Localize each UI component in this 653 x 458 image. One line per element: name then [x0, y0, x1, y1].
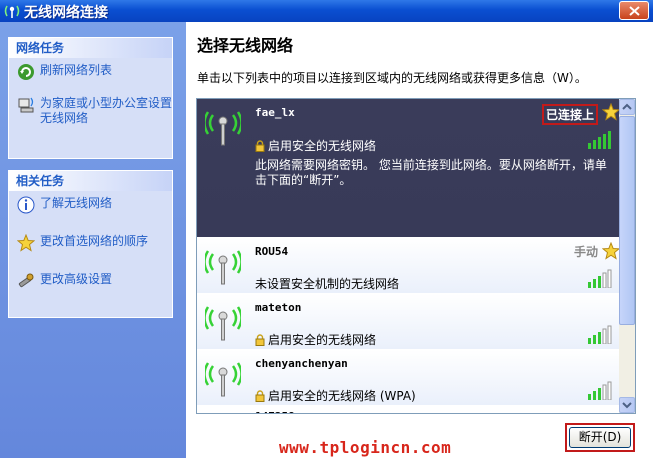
task-label: 刷新网络列表 — [40, 63, 113, 77]
network-ssid: 147258 — [255, 410, 295, 413]
network-item-147258[interactable]: 147258 — [197, 406, 624, 413]
lock-icon — [255, 390, 265, 402]
task-change-advanced-settings[interactable]: 更改高级设置 — [9, 271, 172, 309]
close-icon — [629, 6, 640, 16]
signal-strength-icon — [588, 381, 612, 400]
task-label: 更改首选网络的顺序 — [40, 234, 149, 248]
window-title: 无线网络连接 — [24, 5, 108, 21]
related-tasks-panel: 相关任务 了解无线网络 更改首选网络的顺序 更改高级设置 — [8, 170, 173, 318]
wireless-antenna-icon — [205, 306, 241, 341]
connected-status-label: 已连接上 — [541, 104, 598, 125]
refresh-icon — [18, 64, 34, 80]
network-tasks-panel: 网络任务 刷新网络列表 为家庭或小型办公室设置无线网络 — [8, 37, 173, 159]
wireless-network-icon — [4, 5, 20, 18]
scroll-up-button[interactable] — [619, 99, 635, 115]
network-item-mateton[interactable]: mateton 启用安全的无线网络 — [197, 294, 624, 349]
scrollbar-thumb[interactable] — [619, 116, 635, 325]
network-item-fae-lx[interactable]: fae_lx 已连接上 启用安全的无线网络 此网络需要网络密钥。 您当前连接到此… — [197, 99, 624, 237]
network-item-chenyanchenyan[interactable]: chenyanchenyan 启用安全的无线网络 (WPA) — [197, 350, 624, 405]
related-tasks-header: 相关任务 — [9, 171, 172, 191]
network-ssid: chenyanchenyan — [255, 357, 348, 370]
info-icon — [17, 196, 35, 214]
watermark-text: www.tplogincn.com — [279, 438, 452, 457]
task-refresh-network-list[interactable]: 刷新网络列表 — [9, 62, 172, 95]
network-ssid: fae_lx — [255, 106, 295, 119]
title-bar: 无线网络连接 — [0, 0, 653, 22]
page-title: 选择无线网络 — [197, 36, 294, 55]
task-sidebar: 网络任务 刷新网络列表 为家庭或小型办公室设置无线网络 相关任务 了解无线网络 … — [0, 22, 186, 458]
preferred-network-star-icon — [602, 103, 620, 121]
task-change-preferred-order[interactable]: 更改首选网络的顺序 — [9, 233, 172, 271]
lock-icon — [255, 334, 265, 346]
network-security: 启用安全的无线网络 — [255, 331, 376, 348]
chevron-down-icon — [622, 402, 632, 409]
task-learn-wireless[interactable]: 了解无线网络 — [9, 195, 172, 233]
network-ssid: mateton — [255, 301, 302, 314]
network-security: 启用安全的无线网络 (WPA) — [255, 387, 416, 404]
task-label: 了解无线网络 — [40, 196, 113, 210]
task-label: 更改高级设置 — [40, 272, 113, 286]
wireless-antenna-icon — [205, 362, 241, 397]
network-item-rou54[interactable]: ROU54 手动 未设置安全机制的无线网络 — [197, 238, 624, 293]
lock-icon — [255, 140, 265, 152]
signal-strength-icon — [588, 325, 612, 344]
network-list-scrollbar[interactable] — [619, 99, 635, 413]
star-icon — [17, 234, 35, 252]
settings-icon — [18, 273, 34, 288]
main-content: 选择无线网络 单击以下列表中的项目以连接到区域内的无线网络或获得更多信息（W）。… — [186, 22, 653, 458]
preferred-network-star-icon — [602, 242, 620, 260]
network-list: fae_lx 已连接上 启用安全的无线网络 此网络需要网络密钥。 您当前连接到此… — [196, 98, 636, 414]
network-security: 启用安全的无线网络 — [255, 137, 376, 154]
disconnect-button[interactable]: 断开(D) — [569, 427, 631, 448]
network-connection-info: 此网络需要网络密钥。 您当前连接到此网络。要从网络断开，请单击下面的“断开”。 — [255, 158, 607, 187]
close-button[interactable] — [619, 1, 649, 20]
setup-network-icon — [18, 97, 34, 113]
network-tasks-header: 网络任务 — [9, 38, 172, 58]
wireless-antenna-icon — [205, 111, 241, 146]
signal-strength-icon — [588, 269, 612, 288]
task-setup-home-network[interactable]: 为家庭或小型办公室设置无线网络 — [9, 95, 172, 141]
page-description: 单击以下列表中的项目以连接到区域内的无线网络或获得更多信息（W）。 — [197, 71, 587, 85]
network-security: 未设置安全机制的无线网络 — [255, 277, 400, 291]
scroll-down-button[interactable] — [619, 397, 635, 413]
task-label: 为家庭或小型办公室设置无线网络 — [40, 96, 173, 125]
signal-strength-icon — [588, 131, 611, 149]
network-ssid: ROU54 — [255, 245, 289, 258]
chevron-up-icon — [622, 103, 632, 110]
wireless-antenna-icon — [205, 250, 241, 285]
manual-status-label: 手动 — [573, 245, 598, 259]
